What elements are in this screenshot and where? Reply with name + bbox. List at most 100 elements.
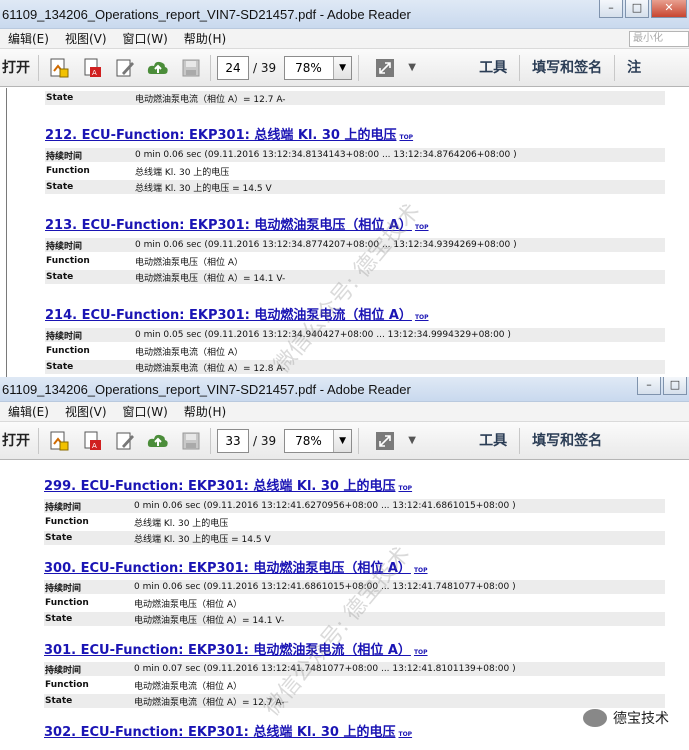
tools-button[interactable]: 工具 <box>467 428 519 454</box>
section-title-214[interactable]: 214. ECU-Function: EKP301: 电动燃油泵电流（相位 A）… <box>45 304 429 323</box>
window-controls: – □ ✕ <box>599 0 687 18</box>
page-number-input[interactable]: 33 <box>217 428 249 453</box>
edit-pen-icon[interactable] <box>112 428 138 454</box>
wechat-icon <box>583 709 607 727</box>
toolbar-divider <box>210 54 211 81</box>
table-row: State 总线端 Kl. 30 上的电压 = 14.5 V <box>45 180 665 194</box>
top-link[interactable]: TOP <box>414 649 428 656</box>
create-pdf-icon[interactable] <box>46 55 72 81</box>
customize-toolbar-icon[interactable]: ▼ <box>405 428 419 454</box>
table-row: 持续时间 0 min 0.06 sec (09.11.2016 13:12:41.… <box>44 580 665 594</box>
fill-sign-button[interactable]: 填写和签名 <box>519 427 614 454</box>
document-viewer[interactable]: 299. ECU-Function: EKP301: 总线端 Kl. 30 上的… <box>0 461 689 750</box>
toolbar-divider <box>210 427 211 454</box>
search-input[interactable]: 最小化 <box>629 31 689 47</box>
fill-sign-button[interactable]: 填写和签名 <box>519 54 614 81</box>
window-title: 61109_134206_Operations_report_VIN7-SD21… <box>2 381 411 397</box>
window-controls: – □ <box>637 377 687 395</box>
pdf-page: State 电动燃油泵电流（相位 A）= 12.7 A- 212. ECU-Fu… <box>6 88 671 377</box>
comment-button[interactable]: 注 <box>614 54 641 81</box>
chevron-down-icon[interactable]: ▼ <box>333 56 352 79</box>
section-title-300[interactable]: 300. ECU-Function: EKP301: 电动燃油泵电压（相位 A）… <box>44 557 428 576</box>
customize-toolbar-icon[interactable]: ▼ <box>405 55 419 81</box>
minimize-button[interactable]: – <box>599 0 623 18</box>
table-row: 持续时间 0 min 0.07 sec (09.11.2016 13:12:41.… <box>44 662 665 676</box>
top-link[interactable]: TOP <box>415 314 429 321</box>
zoom-value: 78% <box>295 60 322 75</box>
open-button[interactable]: 打开 <box>0 427 39 454</box>
section-title-212[interactable]: 212. ECU-Function: EKP301: 总线端 Kl. 30 上的… <box>45 124 413 143</box>
open-button[interactable]: 打开 <box>0 54 39 81</box>
pdf-page: 299. ECU-Function: EKP301: 总线端 Kl. 30 上的… <box>6 461 671 750</box>
menu-window[interactable]: 窗口(W) <box>115 403 176 420</box>
menu-edit[interactable]: 编辑(E) <box>0 403 57 420</box>
menu-help[interactable]: 帮助(H) <box>176 30 234 47</box>
menu-window[interactable]: 窗口(W) <box>115 30 176 47</box>
section-title-302[interactable]: 302. ECU-Function: EKP301: 总线端 Kl. 30 上的… <box>44 721 412 740</box>
menu-help[interactable]: 帮助(H) <box>176 403 234 420</box>
zoom-value: 78% <box>295 433 322 448</box>
menu-view[interactable]: 视图(V) <box>57 403 115 420</box>
upload-cloud-icon[interactable] <box>145 55 171 81</box>
page-number-input[interactable]: 24 <box>217 55 249 80</box>
export-pdf-icon[interactable]: A <box>79 55 105 81</box>
page-total: / 39 <box>253 60 277 75</box>
table-row: Function 总线端 Kl. 30 上的电压 <box>45 164 665 178</box>
menu-bar: 编辑(E) 视图(V) 窗口(W) 帮助(H) <box>0 402 689 422</box>
document-viewer[interactable]: State 电动燃油泵电流（相位 A）= 12.7 A- 212. ECU-Fu… <box>0 88 689 377</box>
maximize-button[interactable]: □ <box>625 0 649 18</box>
table-row: State 电动燃油泵电流（相位 A）= 12.8 A- <box>45 360 665 374</box>
top-link[interactable]: TOP <box>399 134 413 141</box>
chevron-down-icon[interactable]: ▼ <box>333 429 352 452</box>
reader-window-1: 61109_134206_Operations_report_VIN7-SD21… <box>0 0 689 377</box>
table-row: State 电动燃油泵电压（相位 A）= 14.1 V- <box>45 270 665 284</box>
save-icon[interactable] <box>178 55 204 81</box>
minimize-button[interactable]: – <box>637 377 661 395</box>
top-link[interactable]: TOP <box>415 224 429 231</box>
maximize-button[interactable]: □ <box>663 377 687 395</box>
section-title-301[interactable]: 301. ECU-Function: EKP301: 电动燃油泵电流（相位 A）… <box>44 639 428 658</box>
upload-cloud-icon[interactable] <box>145 428 171 454</box>
table-row: State 电动燃油泵电压（相位 A）= 14.1 V- <box>44 612 665 626</box>
svg-text:A: A <box>92 442 97 450</box>
table-row: Function 电动燃油泵电流（相位 A） <box>45 344 665 358</box>
toolbar-divider <box>358 427 360 454</box>
fit-width-icon[interactable] <box>372 428 398 454</box>
window-title: 61109_134206_Operations_report_VIN7-SD21… <box>2 6 411 22</box>
create-pdf-icon[interactable] <box>46 428 72 454</box>
badge-label: 德宝技术 <box>613 711 669 727</box>
table-row: 持续时间 0 min 0.06 sec (09.11.2016 13:12:34.… <box>45 148 665 162</box>
top-link[interactable]: TOP <box>398 731 412 738</box>
table-row: State 电动燃油泵电流（相位 A）= 12.7 A- <box>45 91 665 105</box>
reader-window-2: 61109_134206_Operations_report_VIN7-SD21… <box>0 377 689 750</box>
section-title-213[interactable]: 213. ECU-Function: EKP301: 电动燃油泵电压（相位 A）… <box>45 214 429 233</box>
zoom-select[interactable]: 78% ▼ <box>284 55 353 80</box>
table-row: Function 总线端 Kl. 30 上的电压 <box>44 515 665 529</box>
wechat-badge: 德宝技术 <box>583 708 669 728</box>
toolbar-divider <box>358 54 360 81</box>
save-icon[interactable] <box>178 428 204 454</box>
table-row: Function 电动燃油泵电流（相位 A） <box>44 678 665 692</box>
close-button[interactable]: ✕ <box>651 0 687 18</box>
menu-view[interactable]: 视图(V) <box>57 30 115 47</box>
table-row: 持续时间 0 min 0.06 sec (09.11.2016 13:12:34.… <box>45 238 665 252</box>
page-total: / 39 <box>253 433 277 448</box>
toolbar: 打开 A 33 / 39 78% ▼ ▼ 工具 填写和签名 <box>0 422 689 460</box>
section-title-299[interactable]: 299. ECU-Function: EKP301: 总线端 Kl. 30 上的… <box>44 475 412 494</box>
svg-text:A: A <box>92 69 97 77</box>
menu-bar: 编辑(E) 视图(V) 窗口(W) 帮助(H) 最小化 <box>0 29 689 49</box>
table-row: Function 电动燃油泵电压（相位 A） <box>45 254 665 268</box>
zoom-select[interactable]: 78% ▼ <box>284 428 353 453</box>
toolbar: 打开 A 24 / 39 78% ▼ ▼ 工具 填写和签名 注 <box>0 49 689 87</box>
top-link[interactable]: TOP <box>398 485 412 492</box>
title-bar[interactable]: 61109_134206_Operations_report_VIN7-SD21… <box>0 0 689 29</box>
table-row: Function 电动燃油泵电压（相位 A） <box>44 596 665 610</box>
export-pdf-icon[interactable]: A <box>79 428 105 454</box>
edit-pen-icon[interactable] <box>112 55 138 81</box>
tools-button[interactable]: 工具 <box>467 55 519 81</box>
table-row: 持续时间 0 min 0.06 sec (09.11.2016 13:12:41.… <box>44 499 665 513</box>
fit-width-icon[interactable] <box>372 55 398 81</box>
menu-edit[interactable]: 编辑(E) <box>0 30 57 47</box>
top-link[interactable]: TOP <box>414 567 428 574</box>
title-bar[interactable]: 61109_134206_Operations_report_VIN7-SD21… <box>0 377 689 402</box>
